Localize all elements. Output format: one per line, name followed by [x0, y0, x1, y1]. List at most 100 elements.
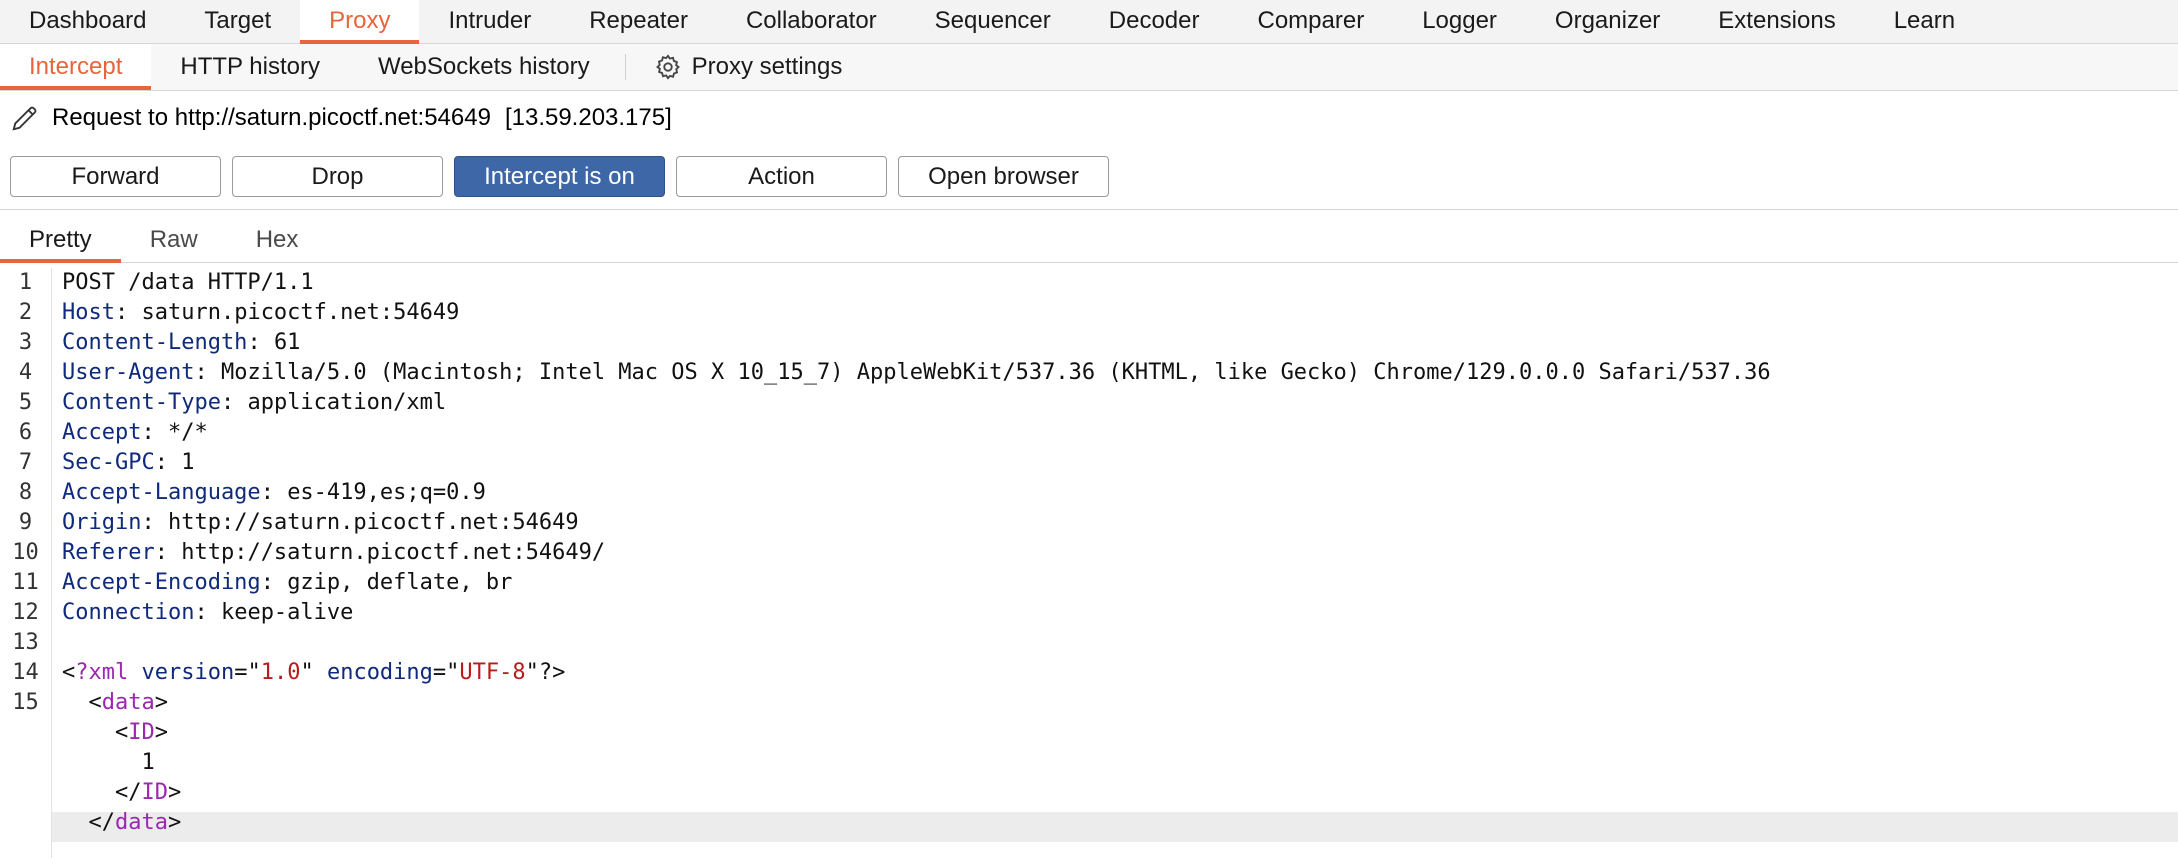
header-line: Accept-Encoding: gzip, deflate, br: [62, 570, 513, 595]
line-number: 9: [18, 510, 33, 535]
xml-open-child: <ID>: [62, 720, 168, 745]
line-number: 12: [12, 600, 39, 625]
line-number: 11: [12, 570, 39, 595]
xml-tag: ID: [128, 720, 155, 745]
editor-tab-pretty[interactable]: Pretty: [0, 218, 121, 263]
xml-tag: ID: [141, 780, 168, 805]
xml-attr-name: encoding: [326, 660, 433, 685]
intercept-toggle-button[interactable]: Intercept is on: [454, 156, 665, 197]
top-nav: Dashboard Target Proxy Intruder Repeater…: [0, 0, 2178, 44]
proxy-subnav: Intercept HTTP history WebSockets histor…: [0, 44, 2178, 91]
tab-decoder[interactable]: Decoder: [1080, 0, 1229, 43]
header-key: Connection: [62, 600, 195, 625]
request-ip: [13.59.203.175]: [504, 104, 672, 131]
xml-close-child: </ID>: [62, 780, 182, 805]
header-key: Accept-Language: [62, 480, 261, 505]
subtab-http-history[interactable]: HTTP history: [151, 44, 349, 90]
subnav-divider: [624, 54, 626, 80]
header-key: Origin: [62, 510, 142, 535]
tab-learn[interactable]: Learn: [1865, 0, 1984, 43]
pencil-icon[interactable]: [10, 103, 40, 133]
line-number-gutter: 1 2 3 4 5 6 7 8 9 10 11 12 13 14 15: [0, 268, 52, 858]
xml-declaration: <?xml version="1.0" encoding="UTF-8"?>: [62, 660, 566, 685]
header-value: 1: [181, 450, 195, 475]
header-key: Content-Type: [62, 390, 221, 415]
code-lines: POST /data HTTP/1.1 Host: saturn.picoctf…: [62, 268, 2178, 838]
subtab-websockets-history[interactable]: WebSockets history: [349, 44, 619, 90]
header-value: 61: [273, 330, 301, 355]
xml-attr-value: UTF-8: [459, 660, 526, 685]
editor-tab-raw[interactable]: Raw: [121, 218, 227, 262]
header-key: Content-Length: [62, 330, 248, 355]
header-line: Accept-Language: es-419,es;q=0.9: [62, 480, 486, 505]
toolbar-divider: [0, 209, 2178, 210]
action-button[interactable]: Action: [676, 156, 887, 197]
header-value: es-419,es;q=0.9: [287, 480, 486, 505]
tab-dashboard[interactable]: Dashboard: [0, 0, 175, 43]
proxy-settings-button[interactable]: Proxy settings: [640, 44, 857, 90]
xml-open-root: <data>: [62, 690, 168, 715]
subtab-intercept[interactable]: Intercept: [0, 44, 152, 90]
xml-attr-name: version: [141, 660, 235, 685]
line-number: 10: [12, 540, 39, 565]
header-key: Sec-GPC: [62, 450, 155, 475]
header-line: Host: saturn.picoctf.net:54649: [62, 300, 460, 325]
line-number: 1: [18, 270, 33, 295]
intercept-toolbar: Forward Drop Intercept is on Action Open…: [10, 156, 1109, 197]
header-line: User-Agent: Mozilla/5.0 (Macintosh; Inte…: [62, 360, 1771, 385]
header-key: User-Agent: [62, 360, 195, 385]
line-number: 15: [12, 690, 39, 715]
tab-intruder[interactable]: Intruder: [419, 0, 560, 43]
tab-proxy[interactable]: Proxy: [300, 0, 420, 44]
header-key: Accept: [62, 420, 142, 445]
header-value: */*: [167, 420, 208, 445]
forward-button[interactable]: Forward: [10, 156, 221, 197]
header-value: saturn.picoctf.net:54649: [141, 300, 460, 325]
tab-repeater[interactable]: Repeater: [560, 0, 717, 43]
xml-child-value: 1: [62, 748, 2178, 778]
open-browser-button[interactable]: Open browser: [898, 156, 1109, 197]
header-key: Referer: [62, 540, 155, 565]
xml-attr-value: 1.0: [260, 660, 301, 685]
tab-target[interactable]: Target: [175, 0, 300, 43]
tab-organizer[interactable]: Organizer: [1526, 0, 1689, 43]
header-value: http://saturn.picoctf.net:54649: [167, 510, 579, 535]
header-key: Accept-Encoding: [62, 570, 261, 595]
request-editor[interactable]: 1 2 3 4 5 6 7 8 9 10 11 12 13 14 15 POST…: [0, 268, 2178, 858]
header-value: http://saturn.picoctf.net:54649/: [181, 540, 606, 565]
tab-collaborator[interactable]: Collaborator: [717, 0, 906, 43]
xml-decl-end: ?>: [538, 660, 566, 685]
header-line: Content-Length: 61: [62, 330, 301, 355]
line-number: 2: [18, 300, 33, 325]
header-key: Host: [62, 300, 115, 325]
xml-tag: data: [101, 690, 155, 715]
line-number: 14: [12, 660, 39, 685]
xml-tag: data: [114, 810, 168, 835]
header-line: Referer: http://saturn.picoctf.net:54649…: [62, 540, 606, 565]
xml-decl-tag: ?xml: [75, 660, 129, 685]
header-value: Mozilla/5.0 (Macintosh; Intel Mac OS X 1…: [220, 360, 1771, 385]
line-number: 3: [18, 330, 33, 355]
header-line: Origin: http://saturn.picoctf.net:54649: [62, 510, 579, 535]
header-line: Accept: */*: [62, 420, 208, 445]
request-url: Request to http://saturn.picoctf.net:546…: [52, 104, 491, 131]
header-value: gzip, deflate, br: [287, 570, 513, 595]
header-value: keep-alive: [220, 600, 354, 625]
request-line: POST /data HTTP/1.1: [62, 270, 314, 295]
gear-icon: [655, 54, 680, 80]
drop-button[interactable]: Drop: [232, 156, 443, 197]
request-info: Request to http://saturn.picoctf.net:546…: [0, 91, 2178, 145]
tab-sequencer[interactable]: Sequencer: [906, 0, 1080, 43]
line-number: 5: [18, 390, 33, 415]
tab-extensions[interactable]: Extensions: [1689, 0, 1864, 43]
line-number: 6: [18, 420, 33, 445]
line-number: 4: [18, 360, 33, 385]
header-line: Content-Type: application/xml: [62, 390, 447, 415]
line-number: 8: [18, 480, 33, 505]
header-value: application/xml: [247, 390, 447, 415]
tab-comparer[interactable]: Comparer: [1228, 0, 1393, 43]
editor-tab-hex[interactable]: Hex: [227, 218, 328, 262]
proxy-settings-label: Proxy settings: [691, 53, 843, 80]
tab-logger[interactable]: Logger: [1393, 0, 1526, 43]
